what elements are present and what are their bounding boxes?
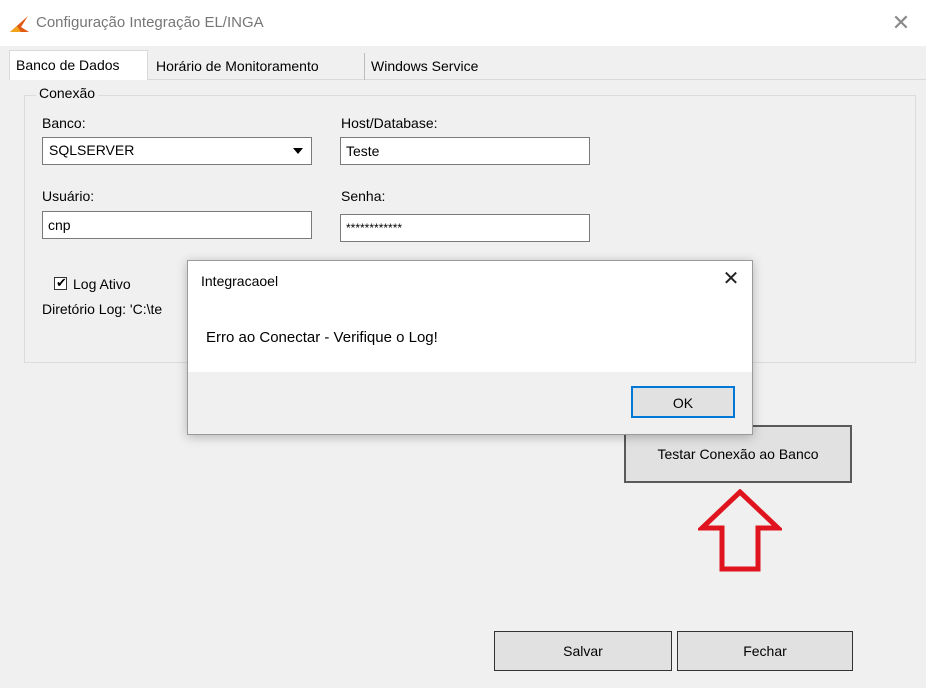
up-arrow-outline-icon xyxy=(698,489,782,572)
ok-button[interactable]: OK xyxy=(631,386,735,418)
window-title: Configuração Integração EL/INGA xyxy=(36,14,264,31)
app-logo-icon xyxy=(10,16,29,32)
host-label: Host/Database: xyxy=(341,115,438,131)
banco-select-value: SQLSERVER xyxy=(49,142,135,158)
tab-horario-monitoramento[interactable]: Horário de Monitoramento xyxy=(150,53,364,80)
host-input[interactable]: Teste xyxy=(340,137,590,165)
log-ativo-checkbox[interactable]: ✔ xyxy=(54,275,67,290)
diretorio-log-text: Diretório Log: 'C:\te xyxy=(42,301,163,317)
usuario-input[interactable]: cnp xyxy=(42,211,312,239)
conexao-group-title: Conexão xyxy=(36,85,99,101)
fechar-button[interactable]: Fechar xyxy=(677,631,853,671)
dialog-footer: OK xyxy=(188,372,752,434)
window-close-icon[interactable]: ✕ xyxy=(888,10,914,36)
error-dialog: Integracaoel ✕ Erro ao Conectar - Verifi… xyxy=(187,260,753,435)
log-ativo-label: Log Ativo xyxy=(73,276,131,292)
banco-label: Banco: xyxy=(42,115,86,131)
usuario-label: Usuário: xyxy=(42,188,95,204)
checkmark-icon: ✔ xyxy=(56,275,67,290)
chevron-down-icon xyxy=(293,148,303,154)
dialog-message: Erro ao Conectar - Verifique o Log! xyxy=(206,329,438,346)
tab-windows-service[interactable]: Windows Service xyxy=(364,53,504,80)
dialog-close-icon[interactable]: ✕ xyxy=(718,266,744,292)
senha-input[interactable]: ************ xyxy=(340,214,590,242)
salvar-button[interactable]: Salvar xyxy=(494,631,672,671)
senha-label: Senha: xyxy=(341,188,386,204)
banco-select[interactable]: SQLSERVER xyxy=(42,137,312,165)
dialog-title: Integracaoel xyxy=(201,273,279,289)
tab-banco-de-dados[interactable]: Banco de Dados xyxy=(9,50,148,80)
